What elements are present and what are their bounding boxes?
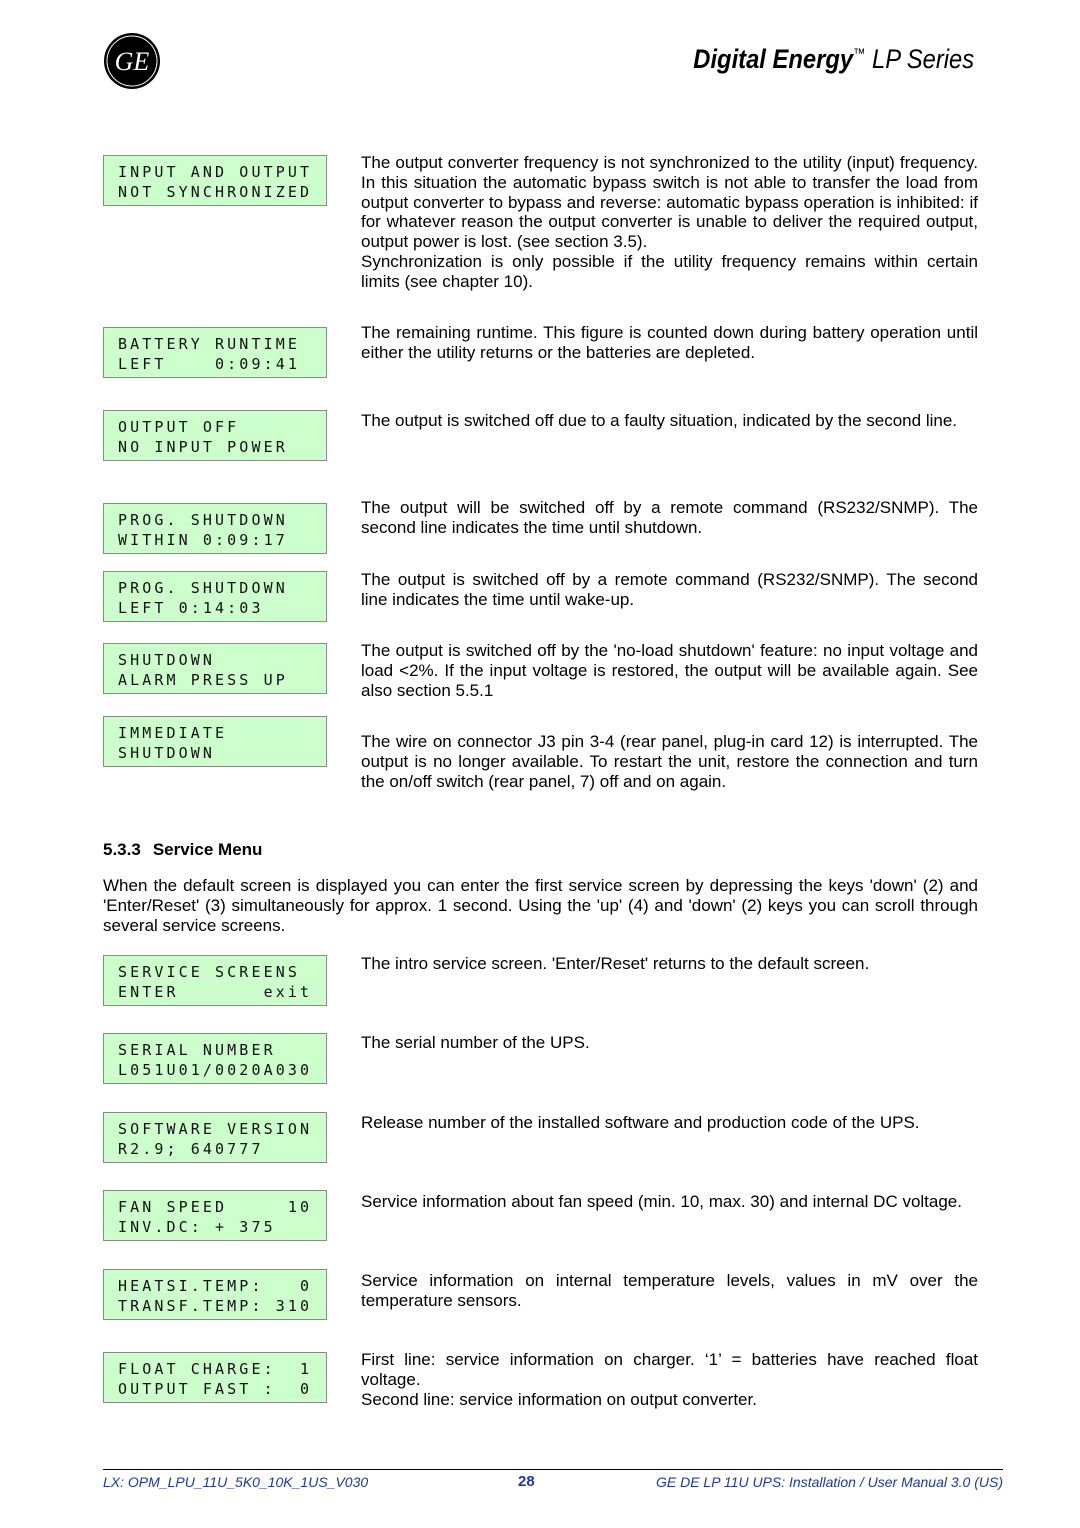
lcd-line: IMMEDIATE <box>118 724 228 742</box>
lcd-display: HEATSI.TEMP: 0 TRANSF.TEMP: 310 <box>103 1269 327 1320</box>
lcd-line: INV.DC: + 375 <box>118 1218 276 1236</box>
section-heading: 5.3.3 Service Menu <box>103 840 263 859</box>
description-line: Second line: service information on outp… <box>361 1389 757 1409</box>
description-line: The remaining runtime. This figure is co… <box>361 323 978 362</box>
manual-page: GE Digital Energy™ LP Series INPUT AND O… <box>0 0 1080 1528</box>
lcd-line: INPUT AND OUTPUT <box>118 163 313 181</box>
description-line: The wire on connector J3 pin 3-4 (rear p… <box>361 732 978 791</box>
lcd-line: SERVICE SCREENS <box>118 963 300 981</box>
lcd-line: NO INPUT POWER <box>118 438 288 456</box>
lcd-display: IMMEDIATE SHUTDOWN <box>103 716 327 767</box>
lcd-line: ENTER exit <box>118 983 313 1001</box>
lcd-description: The output is switched off due to a faul… <box>361 411 978 431</box>
lcd-display: PROG. SHUTDOWN LEFT 0:14:03 <box>103 571 327 622</box>
lcd-line: WITHIN 0:09:17 <box>118 531 288 549</box>
description-line: The output is switched off by the 'no-lo… <box>361 641 978 700</box>
description-line: The serial number of the UPS. <box>361 1033 590 1052</box>
lcd-line: L051U01/0020A030 <box>118 1061 313 1079</box>
lcd-display: FAN SPEED 10 INV.DC: + 375 <box>103 1190 327 1241</box>
lcd-description: The intro service screen. 'Enter/Reset' … <box>361 954 978 974</box>
lcd-description: The output converter frequency is not sy… <box>361 153 978 292</box>
lcd-display: SERIAL NUMBER L051U01/0020A030 <box>103 1033 327 1084</box>
lcd-line: SERIAL NUMBER <box>118 1041 276 1059</box>
lcd-description: The wire on connector J3 pin 3-4 (rear p… <box>361 732 978 791</box>
description-line: The output converter frequency is not sy… <box>361 153 978 252</box>
lcd-description: Release number of the installed software… <box>361 1113 978 1133</box>
lcd-line: LEFT 0:09:41 <box>118 355 300 373</box>
description-line: Synchronization is only possible if the … <box>361 251 978 291</box>
lcd-line: FLOAT CHARGE: 1 <box>118 1360 313 1378</box>
lcd-line: BATTERY RUNTIME <box>118 335 300 353</box>
lcd-line: HEATSI.TEMP: 0 <box>118 1277 313 1295</box>
lcd-description: First line: service information on charg… <box>361 1350 978 1409</box>
lcd-display: PROG. SHUTDOWN WITHIN 0:09:17 <box>103 503 327 554</box>
lcd-display: OUTPUT OFF NO INPUT POWER <box>103 410 327 461</box>
description-line: Release number of the installed software… <box>361 1113 920 1132</box>
lcd-line: SHUTDOWN <box>118 744 216 762</box>
lcd-description: Service information on internal temperat… <box>361 1271 978 1311</box>
lcd-line: TRANSF.TEMP: 310 <box>118 1297 313 1315</box>
lcd-line: PROG. SHUTDOWN <box>118 511 288 529</box>
lcd-description: The serial number of the UPS. <box>361 1033 978 1053</box>
lcd-display: BATTERY RUNTIME LEFT 0:09:41 <box>103 327 327 378</box>
page-number: 28 <box>518 1473 535 1490</box>
description-line: First line: service information on charg… <box>361 1350 978 1389</box>
lcd-display: FLOAT CHARGE: 1 OUTPUT FAST : 0 <box>103 1352 327 1403</box>
lcd-description: Service information about fan speed (min… <box>361 1192 978 1212</box>
lcd-line: LEFT 0:14:03 <box>118 599 264 617</box>
lcd-description: The output is switched off by a remote c… <box>361 570 978 610</box>
lcd-description: The output will be switched off by a rem… <box>361 498 978 538</box>
lcd-line: OUTPUT FAST : 0 <box>118 1380 313 1398</box>
lcd-display: INPUT AND OUTPUT NOT SYNCHRONIZED <box>103 155 327 206</box>
footer-doc-id: LX: OPM_LPU_11U_5K0_10K_1US_V030 <box>103 1474 369 1490</box>
ge-logo: GE <box>104 33 160 89</box>
footer-rule <box>103 1469 1003 1470</box>
description-line: The output will be switched off by a rem… <box>361 498 978 537</box>
description-line: The output is switched off by a remote c… <box>361 570 978 609</box>
lcd-line: SOFTWARE VERSION <box>118 1120 313 1138</box>
section-intro: When the default screen is displayed you… <box>103 876 978 935</box>
lcd-description: The output is switched off by the 'no-lo… <box>361 641 978 700</box>
lcd-line: FAN SPEED 10 <box>118 1198 313 1216</box>
description-line: Service information on internal temperat… <box>361 1271 978 1310</box>
lcd-line: OUTPUT OFF <box>118 418 240 436</box>
lcd-line: NOT SYNCHRONIZED <box>118 183 313 201</box>
brand-title: Digital Energy™ LP Series <box>693 44 974 74</box>
lcd-line: SHUTDOWN <box>118 651 216 669</box>
lcd-line: ALARM PRESS UP <box>118 671 288 689</box>
lcd-description: The remaining runtime. This figure is co… <box>361 323 978 363</box>
lcd-line: PROG. SHUTDOWN <box>118 579 288 597</box>
description-line: The intro service screen. 'Enter/Reset' … <box>361 954 870 973</box>
lcd-line: R2.9; 640777 <box>118 1140 264 1158</box>
lcd-display: SHUTDOWN ALARM PRESS UP <box>103 643 327 694</box>
lcd-display: SOFTWARE VERSION R2.9; 640777 <box>103 1112 327 1163</box>
description-line: The output is switched off due to a faul… <box>361 411 958 430</box>
lcd-display: SERVICE SCREENS ENTER exit <box>103 955 327 1006</box>
footer-title: GE DE LP 11U UPS: Installation / User Ma… <box>655 1474 1003 1490</box>
svg-text:GE: GE <box>115 47 150 76</box>
description-line: Service information about fan speed (min… <box>361 1192 962 1211</box>
